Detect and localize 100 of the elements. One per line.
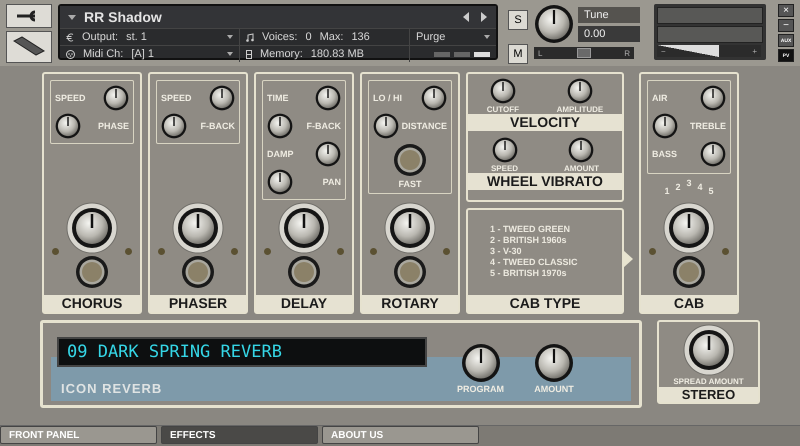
dropdown-icon[interactable] bbox=[484, 35, 490, 39]
knob[interactable] bbox=[700, 85, 726, 111]
footswitch-button[interactable] bbox=[672, 255, 706, 289]
panel-title: PHASER bbox=[150, 295, 246, 312]
midi-channel-value[interactable]: [A] 1 bbox=[131, 48, 154, 60]
voices-label: Voices: bbox=[262, 31, 298, 43]
meter-segment bbox=[474, 52, 490, 56]
midi-channel-label: Midi Ch: bbox=[83, 48, 124, 60]
knob-label: TREBLE bbox=[690, 121, 726, 131]
knob[interactable] bbox=[566, 78, 593, 104]
knob[interactable] bbox=[55, 113, 81, 139]
knob[interactable] bbox=[161, 113, 187, 139]
dropdown-icon[interactable] bbox=[227, 35, 233, 39]
knob-label: AIR bbox=[652, 93, 668, 103]
led-indicator bbox=[370, 248, 377, 255]
memory-icon bbox=[246, 50, 252, 58]
knob[interactable] bbox=[568, 137, 594, 163]
led-indicator bbox=[125, 248, 132, 255]
solo-button[interactable]: S bbox=[508, 10, 528, 30]
footswitch-button[interactable] bbox=[393, 255, 427, 289]
panel-title: CAB TYPE bbox=[468, 295, 622, 312]
tab[interactable]: EFFECTS bbox=[161, 426, 318, 444]
panel-title: CHORUS bbox=[44, 295, 140, 312]
knob[interactable] bbox=[278, 202, 330, 254]
close-button[interactable]: × bbox=[778, 4, 794, 17]
program-display: 09 DARK SPRING REVERB bbox=[57, 337, 427, 367]
minimize-button[interactable]: − bbox=[778, 19, 794, 32]
footswitch-button[interactable] bbox=[287, 255, 321, 289]
voices-value: 0 bbox=[305, 31, 312, 43]
meter-segment bbox=[454, 52, 470, 56]
knob[interactable] bbox=[267, 113, 293, 139]
knob-label: PHASE bbox=[98, 121, 129, 131]
panel-title: DELAY bbox=[256, 295, 352, 312]
cab-type-item: 2 - BRITISH 1960s bbox=[490, 235, 568, 245]
knob[interactable] bbox=[66, 202, 118, 254]
knob[interactable] bbox=[172, 202, 224, 254]
panel-title: ROTARY bbox=[362, 295, 458, 312]
button-label: FAST bbox=[398, 179, 422, 189]
keyboard-button[interactable] bbox=[6, 31, 52, 63]
knob-label: AMPLITUDE bbox=[556, 105, 604, 114]
knob[interactable] bbox=[652, 113, 678, 139]
panel-title: CAB bbox=[641, 295, 737, 312]
knob[interactable] bbox=[682, 324, 734, 376]
knob[interactable] bbox=[700, 141, 726, 167]
knob[interactable] bbox=[384, 202, 436, 254]
led-indicator bbox=[337, 248, 344, 255]
knob[interactable] bbox=[492, 137, 518, 163]
knob[interactable] bbox=[460, 343, 500, 383]
knob-label: F-BACK bbox=[200, 121, 235, 131]
next-icon[interactable] bbox=[480, 12, 488, 22]
position-number: 2 bbox=[675, 182, 680, 194]
knob-label: PROGRAM bbox=[457, 384, 504, 394]
knob[interactable] bbox=[534, 343, 574, 383]
memory-label: Memory: bbox=[260, 48, 303, 60]
section-title: VELOCITY bbox=[468, 114, 622, 131]
footswitch-button[interactable] bbox=[181, 255, 215, 289]
knob[interactable] bbox=[103, 85, 129, 111]
led-indicator bbox=[443, 248, 450, 255]
knob[interactable] bbox=[534, 4, 574, 44]
knob[interactable] bbox=[209, 85, 235, 111]
position-number: 5 bbox=[708, 186, 714, 196]
mute-button[interactable]: M bbox=[508, 44, 528, 64]
output-value[interactable]: st. 1 bbox=[126, 31, 147, 43]
knob-label: AMOUNT bbox=[564, 164, 600, 173]
led-indicator bbox=[231, 248, 238, 255]
knob[interactable] bbox=[490, 78, 516, 104]
knob-label: PAN bbox=[322, 177, 341, 187]
knob[interactable] bbox=[663, 202, 715, 254]
knob[interactable] bbox=[267, 169, 293, 195]
knob-label: SPEED bbox=[161, 93, 192, 103]
cab-type-item: 4 - TWEED CLASSIC bbox=[490, 257, 579, 267]
cab-type-item: 1 - TWEED GREEN bbox=[490, 224, 572, 234]
knob[interactable] bbox=[315, 85, 341, 111]
knob-label: AMOUNT bbox=[534, 384, 574, 394]
led-indicator bbox=[158, 248, 165, 255]
dropdown-icon[interactable] bbox=[227, 52, 233, 56]
footswitch-button[interactable] bbox=[75, 255, 109, 289]
output-label: Output: bbox=[82, 31, 118, 43]
knob-label: DAMP bbox=[267, 149, 294, 159]
knob-label: TIME bbox=[267, 93, 288, 103]
purge-menu[interactable]: Purge bbox=[416, 31, 446, 43]
knob[interactable] bbox=[373, 113, 399, 139]
memory-value: 180.83 MB bbox=[310, 48, 364, 60]
knob-label: CUTOFF bbox=[486, 105, 520, 114]
led-indicator bbox=[649, 248, 656, 255]
tune-value[interactable]: 0.00 bbox=[578, 26, 640, 42]
knob-label: F-BACK bbox=[306, 121, 341, 131]
led-indicator bbox=[722, 248, 729, 255]
max-label: Max: bbox=[320, 31, 344, 43]
previous-icon[interactable] bbox=[462, 12, 470, 22]
knob[interactable] bbox=[421, 85, 447, 111]
collapse-icon[interactable] bbox=[68, 14, 76, 20]
section-title: WHEEL VIBRATO bbox=[468, 173, 622, 190]
settings-button[interactable] bbox=[6, 4, 52, 28]
pan-slider[interactable]: L R bbox=[534, 47, 634, 59]
knob-label: SPEED bbox=[55, 93, 86, 103]
knob[interactable] bbox=[315, 141, 341, 167]
volume-slider[interactable]: − + bbox=[657, 45, 761, 57]
footswitch-button[interactable] bbox=[393, 143, 427, 177]
tune-label: Tune bbox=[578, 6, 640, 22]
